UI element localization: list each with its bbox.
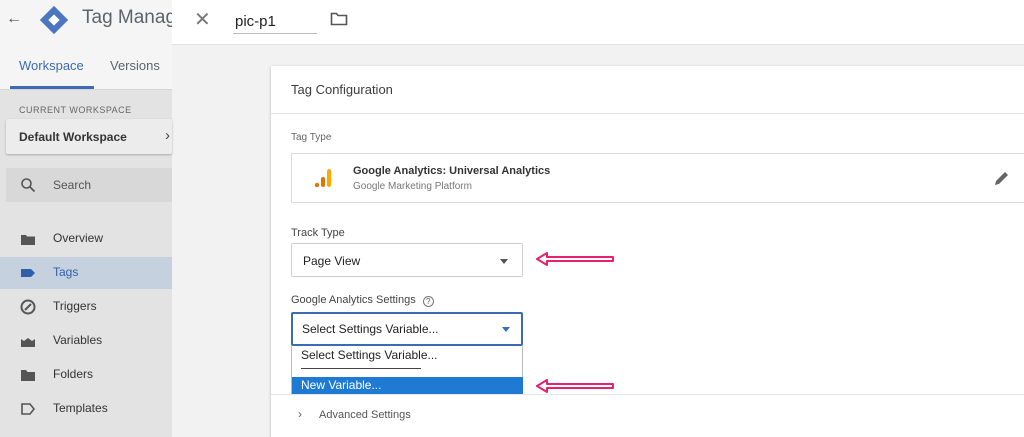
option-new-variable[interactable]: New Variable... xyxy=(292,377,523,394)
tag-manager-logo-icon xyxy=(40,6,68,34)
tag-type-name: Google Analytics: Universal Analytics xyxy=(353,165,551,177)
sidebar-item-folders[interactable]: Folders xyxy=(0,359,172,391)
sidebar-item-variables[interactable]: Variables xyxy=(0,325,172,357)
sidebar-item-label: Folders xyxy=(53,367,94,381)
close-icon[interactable]: ✕ xyxy=(194,10,211,30)
sidebar-header: ← Tag Manager xyxy=(0,0,193,40)
sidebar-item-overview[interactable]: Overview xyxy=(0,223,172,255)
track-type-label: Track Type xyxy=(291,227,345,239)
sidebar-item-templates[interactable]: Templates xyxy=(0,393,172,425)
tab-workspace[interactable]: Workspace xyxy=(19,58,84,73)
advanced-settings-toggle[interactable]: Advanced Settings xyxy=(319,409,411,421)
sidebar: ← Tag Manager Workspace Versions CURRENT… xyxy=(0,0,193,437)
sidebar-item-label: Variables xyxy=(53,333,103,347)
annotation-arrow-icon xyxy=(536,379,614,393)
overview-icon xyxy=(21,235,35,245)
back-arrow-icon[interactable]: ← xyxy=(6,9,22,29)
annotation-arrow-icon xyxy=(536,252,614,266)
search-icon xyxy=(21,178,36,193)
ga-settings-options: Select Settings Variable... New Variable… xyxy=(291,346,523,394)
sidebar-item-label: Overview xyxy=(53,231,104,245)
sidebar-item-label: Templates xyxy=(53,401,108,415)
sidebar-item-label: Triggers xyxy=(53,299,97,313)
current-workspace-label: CURRENT WORKSPACE xyxy=(19,105,132,115)
help-icon[interactable]: ? xyxy=(422,296,434,307)
divider xyxy=(271,394,1024,395)
trigger-icon xyxy=(20,299,36,315)
track-type-value: Page View xyxy=(303,254,361,268)
sidebar-item-triggers[interactable]: Triggers xyxy=(0,291,172,323)
workspace-name: Default Workspace xyxy=(19,130,127,144)
chevron-right-icon[interactable]: › xyxy=(298,407,302,421)
track-type-dropdown[interactable]: Page View xyxy=(291,243,523,277)
ga-settings-dropdown[interactable]: Select Settings Variable... xyxy=(291,312,523,346)
card-title: Tag Configuration xyxy=(291,82,393,97)
divider xyxy=(271,113,1024,114)
tag-type-subtitle: Google Marketing Platform xyxy=(353,181,472,192)
chevron-right-icon: › xyxy=(165,127,170,144)
sidebar-tabs: Workspace Versions xyxy=(0,40,172,90)
active-tab-indicator xyxy=(10,86,94,89)
workspace-selector[interactable]: Default Workspace › xyxy=(6,119,172,154)
search-label: Search xyxy=(53,178,92,192)
tag-type-selector[interactable]: Google Analytics: Universal Analytics Go… xyxy=(291,153,1024,203)
analytics-icon xyxy=(314,169,332,188)
option-select-settings-variable[interactable]: Select Settings Variable... xyxy=(301,348,438,362)
option-new-variable-label: New Variable... xyxy=(301,378,382,392)
ga-settings-value: Select Settings Variable... xyxy=(302,322,439,336)
tab-versions[interactable]: Versions xyxy=(110,58,160,73)
option-separator xyxy=(301,368,421,369)
editor-topbar: ✕ xyxy=(172,0,1024,45)
sidebar-item-label: Tags xyxy=(53,265,79,279)
folder-icon xyxy=(21,370,35,381)
tag-type-label: Tag Type xyxy=(291,132,332,143)
variables-icon xyxy=(21,338,35,347)
ga-settings-label: Google Analytics Settings? xyxy=(291,294,434,307)
pencil-edit-icon[interactable] xyxy=(992,168,1012,188)
caret-down-icon xyxy=(502,327,510,332)
caret-down-icon xyxy=(500,259,508,264)
ga-settings-label-text: Google Analytics Settings xyxy=(291,294,416,306)
folder-icon[interactable] xyxy=(330,11,348,27)
sidebar-item-tags[interactable]: Tags xyxy=(0,257,172,289)
template-icon xyxy=(21,403,36,415)
tag-icon xyxy=(21,269,35,277)
search-input[interactable]: Search xyxy=(6,168,172,202)
tag-name-input[interactable] xyxy=(233,10,317,34)
tag-configuration-card: Tag Configuration Tag Type Google Analyt… xyxy=(271,66,1024,437)
